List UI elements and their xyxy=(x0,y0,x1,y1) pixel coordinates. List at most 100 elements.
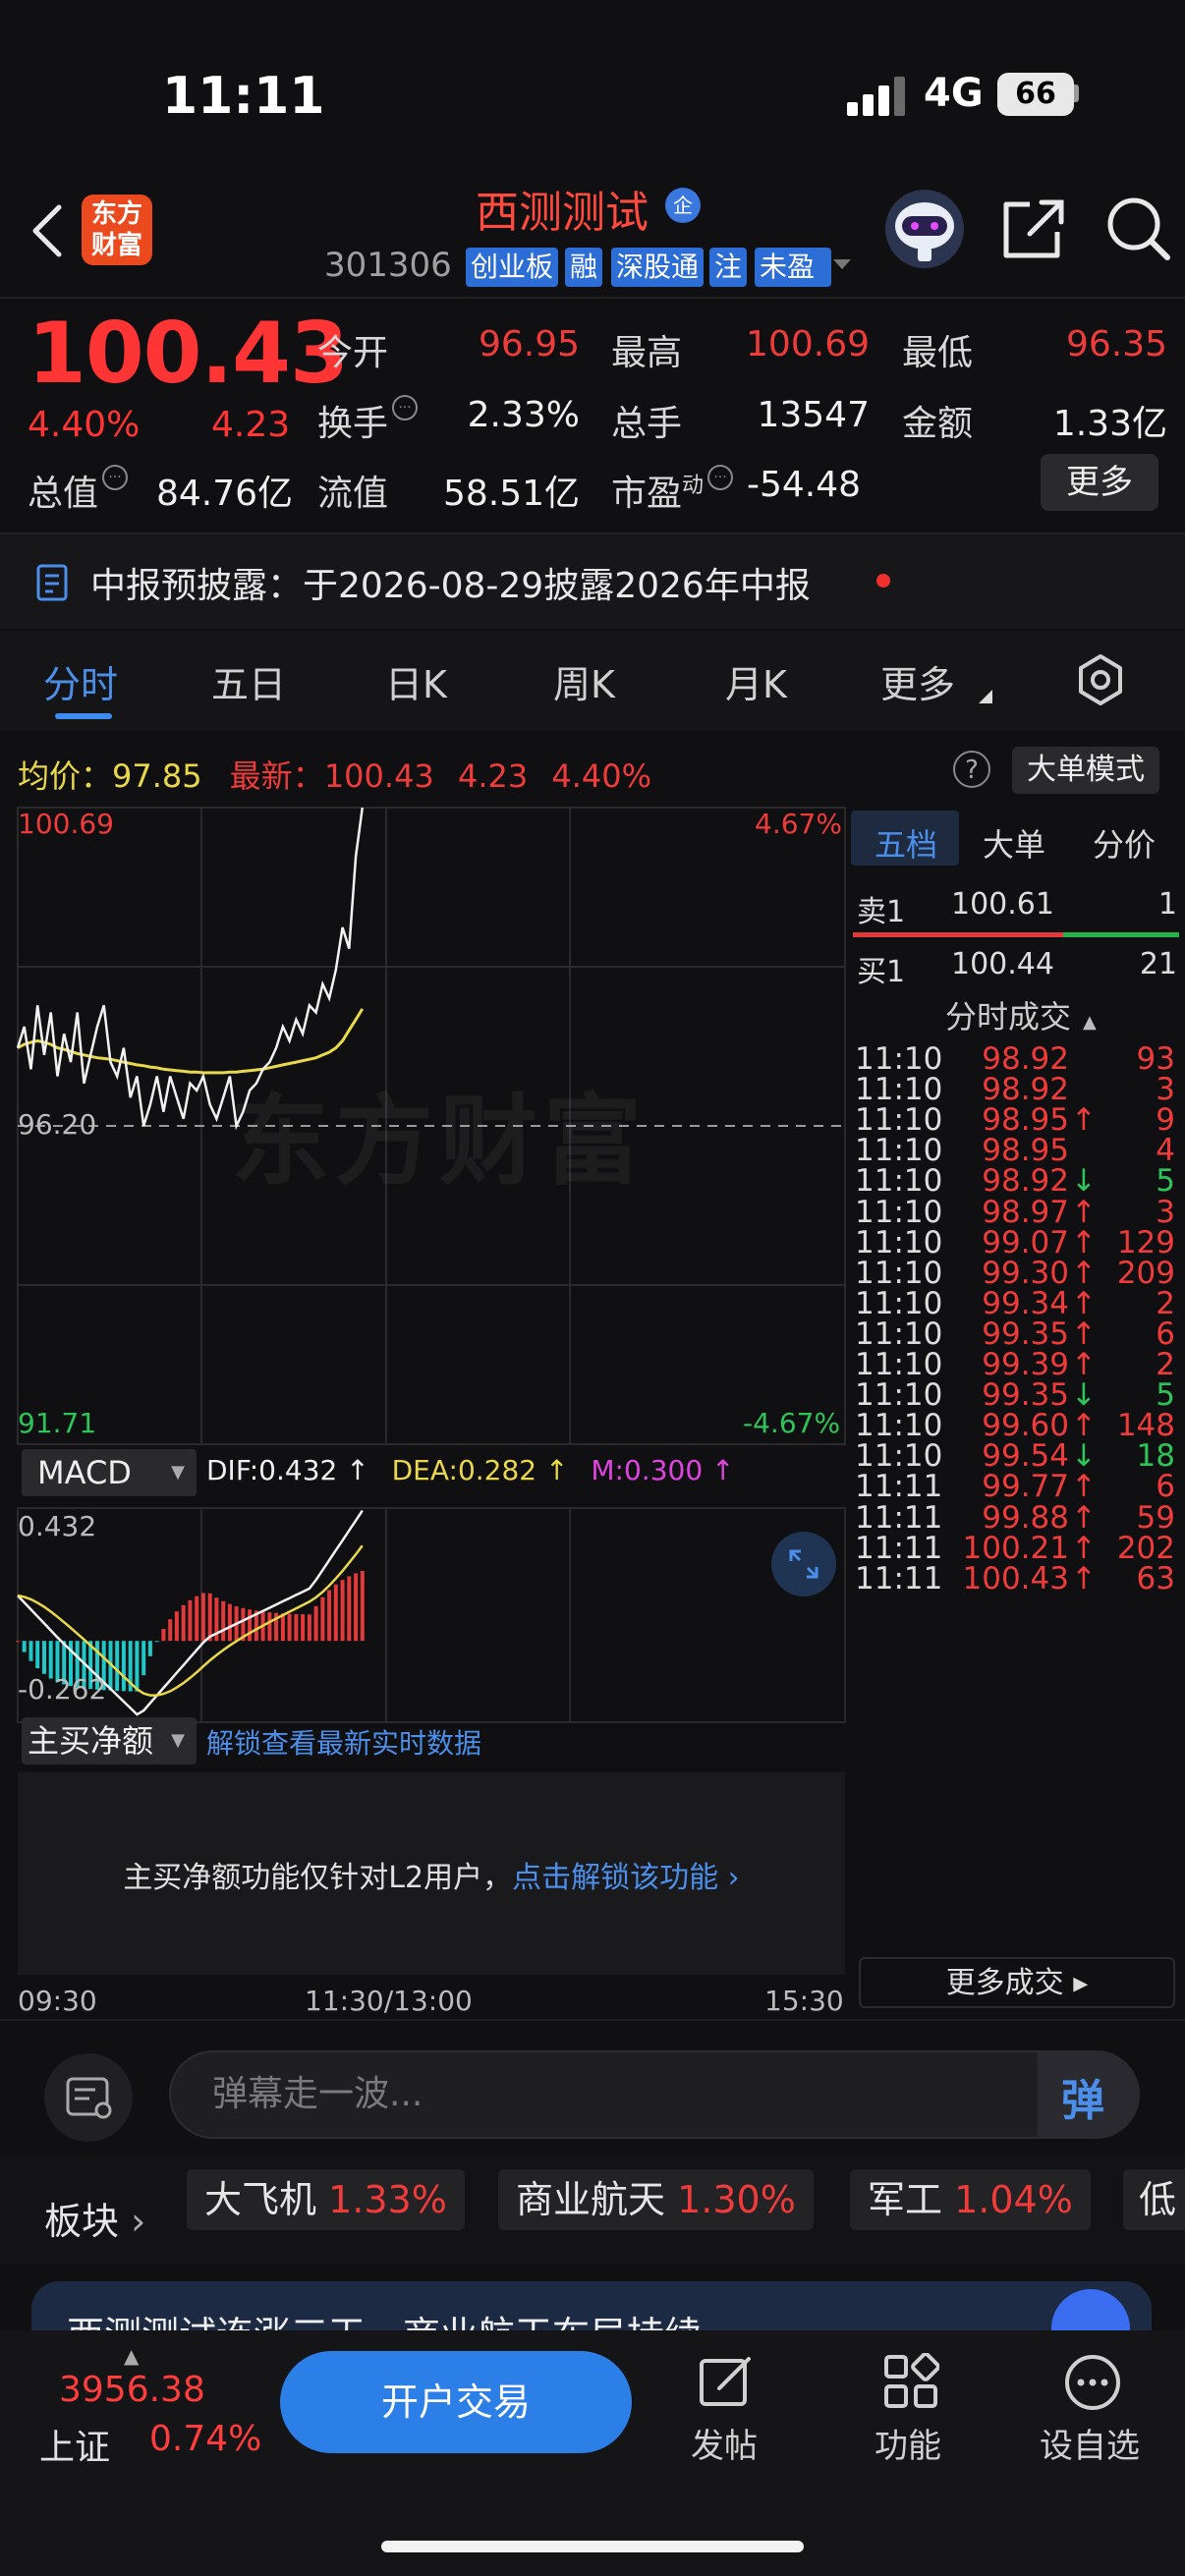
tab-weekly-k[interactable]: 周K xyxy=(553,654,615,708)
time-sales-title[interactable]: 分时成交 ▲ xyxy=(945,992,1097,1037)
sort-up-icon[interactable]: ▲ xyxy=(1083,1012,1097,1033)
info-icon[interactable]: ··· xyxy=(392,395,419,420)
low-value: 96.35 xyxy=(1065,324,1167,364)
stock-name[interactable]: 西测测试 xyxy=(476,177,649,240)
tab-monthly-k[interactable]: 月K xyxy=(725,654,787,708)
index-pct[interactable]: 0.74% xyxy=(149,2419,261,2459)
battery-tip xyxy=(1074,84,1079,102)
tab-five-day[interactable]: 五日 xyxy=(211,654,286,708)
mktcap-label[interactable]: 总值 ··· xyxy=(28,465,129,516)
danmaku-input[interactable]: 弹幕走一波... xyxy=(169,2050,1140,2139)
index-value[interactable]: 3956.38 xyxy=(59,2370,205,2410)
netbuy-select-label: 主买净额 xyxy=(28,1722,154,1760)
open-value: 96.95 xyxy=(478,324,580,364)
document-icon xyxy=(36,564,68,601)
trade-time: 11:11 xyxy=(855,1560,943,1596)
unlock-realtime-link[interactable]: 解锁查看最新实时数据 xyxy=(206,1722,481,1762)
corner-arrow-icon xyxy=(979,690,992,703)
nav-post[interactable]: 发帖 xyxy=(691,2419,758,2467)
sector-name: 低 xyxy=(1139,2178,1177,2221)
tab-intraday[interactable]: 分时 xyxy=(43,654,118,708)
tag-connect[interactable]: 深股通 xyxy=(611,248,705,287)
notice-text[interactable]: 中报预披露：于2026-08-29披露2026年中报 xyxy=(90,557,811,608)
change-percent: 4.40% xyxy=(28,405,141,445)
turnover-label[interactable]: 换手 ··· xyxy=(317,395,419,446)
tag-chinext[interactable]: 创业板 xyxy=(466,248,559,287)
sector-pct: 1.04% xyxy=(954,2178,1073,2221)
unread-dot xyxy=(876,574,890,588)
back-arrow-icon[interactable] xyxy=(28,201,67,260)
sector-label-text: 板块 xyxy=(44,2200,120,2243)
time-start-label: 09:30 xyxy=(18,1985,97,2017)
ai-assistant-icon[interactable] xyxy=(882,187,967,271)
gear-icon[interactable] xyxy=(1073,652,1128,707)
mktcap-value: 84.76亿 xyxy=(155,474,293,514)
chevron-right-icon[interactable]: › xyxy=(119,2200,145,2243)
app-logo: 东方财富 xyxy=(82,195,152,265)
index-name[interactable]: 上证 xyxy=(39,2419,110,2470)
sector-chip[interactable]: 军工 1.04% xyxy=(850,2169,1091,2230)
index-expand-icon[interactable]: ▲ xyxy=(124,2344,139,2368)
danmaku-send-label[interactable]: 弹 xyxy=(1061,2065,1104,2128)
latest-pct: 4.40% xyxy=(551,757,652,795)
float-label: 流值 xyxy=(317,474,389,514)
macd-bar xyxy=(207,1593,212,1642)
netbuy-select[interactable]: 主买净额 ▼ xyxy=(22,1717,197,1764)
tab-more[interactable]: 更多 xyxy=(880,654,955,708)
big-order-mode-button[interactable]: 大单模式 xyxy=(1012,747,1159,794)
info-icon[interactable]: ··· xyxy=(102,465,129,490)
indicator-select[interactable]: MACD ▼ xyxy=(22,1449,197,1496)
enterprise-badge: 企 xyxy=(665,188,701,223)
chevron-down-icon: ▼ xyxy=(171,1462,185,1483)
open-account-trade-button[interactable]: 开户交易 xyxy=(280,2351,632,2453)
time-end-label: 15:30 xyxy=(764,1985,844,2017)
sector-pct: 1.30% xyxy=(677,2178,796,2221)
sector-chip[interactable]: 大飞机 1.33% xyxy=(187,2169,465,2230)
current-price: 100.43 xyxy=(28,305,349,403)
indicator-select-label: MACD xyxy=(37,1454,132,1491)
macd-bar xyxy=(287,1613,292,1642)
tag-registration[interactable]: 注 xyxy=(709,248,748,287)
unlock-feature-link[interactable]: 点击解锁该功能 xyxy=(512,1861,718,1895)
tab-daily-k[interactable]: 日K xyxy=(385,654,447,708)
y-high-pct-label: 4.67% xyxy=(755,808,842,840)
tab-order-book[interactable]: 五档 xyxy=(875,820,937,866)
nav-functions[interactable]: 功能 xyxy=(875,2419,941,2467)
more-trades-button[interactable]: 更多成交 ▸ xyxy=(859,1957,1175,2008)
sector-chip[interactable]: 低 xyxy=(1123,2169,1185,2230)
tag-unprofitable[interactable]: 未盈 xyxy=(755,248,831,287)
tag-margin[interactable]: 融 xyxy=(565,248,603,287)
macd-bar xyxy=(221,1600,226,1642)
sector-label[interactable]: 板块 › xyxy=(44,2191,145,2245)
help-icon[interactable]: ? xyxy=(953,751,990,788)
more-dots-icon[interactable] xyxy=(1063,2353,1122,2412)
macd-bar xyxy=(141,1641,146,1676)
post-icon[interactable] xyxy=(698,2353,755,2410)
expand-icon[interactable] xyxy=(769,1530,838,1598)
high-value: 100.69 xyxy=(746,324,870,364)
turnover-label-text: 换手 xyxy=(317,404,389,444)
nav-add-watchlist[interactable]: 设自选 xyxy=(1040,2419,1140,2467)
turnover-value: 2.33% xyxy=(467,395,580,435)
danmaku-toggle-icon[interactable] xyxy=(44,2053,133,2142)
chevron-right-icon[interactable]: › xyxy=(718,1861,740,1895)
functions-icon[interactable] xyxy=(882,2353,939,2410)
macd-bar xyxy=(307,1614,311,1642)
macd-dif: DIF:0.432 ↑ xyxy=(206,1454,369,1486)
pe-label[interactable]: 市盈动 ··· xyxy=(611,465,734,516)
macd-bar xyxy=(301,1614,306,1642)
info-icon[interactable]: ··· xyxy=(707,465,734,490)
tab-big-orders[interactable]: 大单 xyxy=(983,820,1045,866)
share-icon[interactable] xyxy=(1000,196,1069,261)
open-label: 今开 xyxy=(317,333,389,373)
macd-bar xyxy=(161,1629,166,1642)
macd-bar xyxy=(154,1641,159,1643)
latest-value: 100.43 xyxy=(323,757,434,795)
battery-icon: 66 xyxy=(997,73,1074,116)
tab-price-dist[interactable]: 分价 xyxy=(1093,820,1156,866)
change-amount: 4.23 xyxy=(211,405,291,445)
search-icon[interactable] xyxy=(1104,195,1173,263)
chevron-down-icon[interactable] xyxy=(833,259,851,271)
sector-chip[interactable]: 商业航天 1.30% xyxy=(498,2169,814,2230)
more-quote-button[interactable]: 更多 xyxy=(1041,454,1158,511)
